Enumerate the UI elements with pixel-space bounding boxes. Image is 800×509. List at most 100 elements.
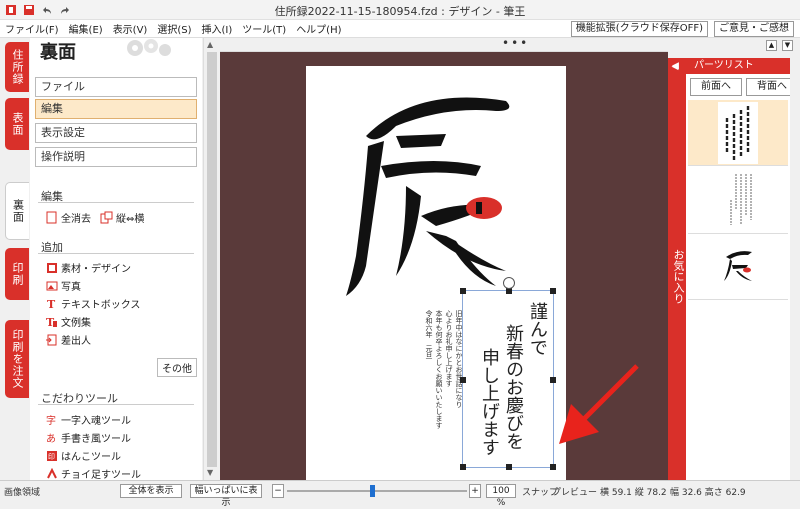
tab-address-book[interactable]: 住所録 xyxy=(5,42,29,92)
zoom-level[interactable]: 100 % xyxy=(486,484,516,508)
scroll-down-icon[interactable]: ▼ xyxy=(207,468,213,477)
favorites-tab[interactable]: ◀ お気に入り xyxy=(668,58,686,480)
rotate-icon xyxy=(100,211,113,224)
tab-front[interactable]: 表面 xyxy=(5,98,29,150)
left-panel-scrollbar[interactable]: ▲ ▼ xyxy=(203,38,219,480)
fit-all-button[interactable]: 全体を表示 xyxy=(120,484,182,498)
extension-button[interactable]: 機能拡張(クラウド保存OFF) xyxy=(570,21,708,37)
handwriting-tool-item[interactable]: あ 手書き風ツール xyxy=(45,430,132,446)
panel-title: 裏面 xyxy=(40,42,76,63)
down-arrow-icon[interactable]: ▼ xyxy=(782,40,793,51)
right-panel-scrollbar[interactable] xyxy=(790,58,800,480)
body-line-2: 心よりお礼申し上げます xyxy=(445,310,453,387)
menu-edit[interactable]: 編集(E) xyxy=(64,21,108,36)
menu-view[interactable]: 表示(V) xyxy=(108,21,153,36)
image-area-label: 画像領域 xyxy=(4,488,41,498)
text-box-item[interactable]: T テキストボックス xyxy=(45,296,141,312)
svg-text:あ: あ xyxy=(46,433,56,444)
title-bar: 住所録2022-11-15-180954.fzd : デザイン - 筆王 xyxy=(0,0,800,20)
resize-handle[interactable] xyxy=(460,464,466,470)
divider xyxy=(38,253,194,254)
part-body-text-thumb[interactable] xyxy=(688,168,788,234)
dragon-thumbnail-icon xyxy=(724,250,752,281)
canvas-toolbar: ••• xyxy=(220,36,775,52)
status-bar: 画像領域 全体を表示 幅いっぱいに表示 − + 100 % スナップ プレビュー… xyxy=(0,480,800,508)
left-panel: 裏面 ファイル 編集 表示設定 操作説明 編集 全消去 縦⇔横 追加 素材・デザ… xyxy=(30,38,202,480)
scroll-up-icon[interactable]: ▲ xyxy=(207,40,213,49)
help-button[interactable]: 操作説明 xyxy=(35,147,197,167)
stamp-tool-item[interactable]: 印 はんこツール xyxy=(45,448,121,463)
svg-text:字: 字 xyxy=(46,414,56,426)
arrow-annotation-icon xyxy=(559,364,639,444)
menu-insert[interactable]: 挿入(I) xyxy=(197,21,238,36)
sample-text-icon: T xyxy=(45,315,58,328)
drag-handle-icon[interactable]: ••• xyxy=(502,36,529,50)
save-icon[interactable] xyxy=(22,3,36,17)
single-char-tool-item[interactable]: 字 一字入魂ツール xyxy=(45,412,132,428)
close-panel-icon[interactable]: ◀ xyxy=(672,58,679,74)
right-panel: ▲ ▼ ◀ お気に入り ◀ パーツリスト 前面へ 背面へ xyxy=(668,38,800,480)
zoom-out-icon[interactable]: − xyxy=(272,484,284,498)
redo-icon[interactable] xyxy=(58,3,72,17)
part-greeting-thumb[interactable] xyxy=(688,100,788,166)
material-design-item[interactable]: 素材・デザイン xyxy=(45,260,131,275)
rotate-handle-icon[interactable] xyxy=(503,277,515,289)
zoom-slider-thumb[interactable] xyxy=(370,485,375,497)
preview-toggle[interactable]: プレビュー xyxy=(552,485,597,498)
position-readout: 横 59.1 縦 78.2 xyxy=(600,488,667,498)
brush-char-icon: 字 xyxy=(45,413,58,426)
body-text-thumbnail-icon xyxy=(730,173,752,225)
postcard[interactable]: 謹んで 新春のお慶びを 申し上げます 旧年中はなにかとお世話になり 心よりお礼申… xyxy=(306,66,566,486)
resize-handle[interactable] xyxy=(550,288,556,294)
menu-select[interactable]: 選択(S) xyxy=(152,21,196,36)
resize-handle[interactable] xyxy=(550,464,556,470)
canvas-area: ••• 謹んで 新春のお慶びを 申し上げます 旧年中はなにかとお世話になり 心よ… xyxy=(220,36,775,486)
flower-decoration-icon xyxy=(127,39,171,56)
svg-text:印: 印 xyxy=(48,453,55,461)
sample-text-item[interactable]: T 文例集 xyxy=(45,314,92,330)
body-line-3: 本年も何卒よろしくお願いいたします xyxy=(435,310,443,429)
undo-icon[interactable] xyxy=(40,3,54,17)
handwriting-icon: あ xyxy=(45,431,58,444)
scroll-thumb[interactable] xyxy=(207,52,217,467)
display-settings-button[interactable]: 表示設定 xyxy=(35,123,197,143)
rotate-item[interactable]: 縦⇔横 xyxy=(100,210,144,225)
tab-print[interactable]: 印刷 xyxy=(5,248,29,300)
zoom-slider[interactable] xyxy=(287,490,467,492)
body-line-4: 令和六年 元旦 xyxy=(425,310,433,359)
sender-icon xyxy=(45,333,58,346)
photo-icon xyxy=(45,279,58,292)
clear-all-item[interactable]: 全消去 xyxy=(45,210,91,225)
greeting-thumbnail-icon xyxy=(718,101,758,164)
resize-handle[interactable] xyxy=(506,464,512,470)
menu-tools[interactable]: ツール(T) xyxy=(237,21,291,36)
menu-help[interactable]: ヘルプ(H) xyxy=(291,21,346,36)
design-board[interactable]: 謹んで 新春のお慶びを 申し上げます 旧年中はなにかとお世話になり 心よりお礼申… xyxy=(220,52,668,486)
up-arrow-icon[interactable]: ▲ xyxy=(766,40,777,51)
file-button[interactable]: ファイル xyxy=(35,77,197,97)
parts-list-header: ◀ パーツリスト xyxy=(672,58,800,74)
resize-handle[interactable] xyxy=(460,377,466,383)
more-button[interactable]: その他 xyxy=(157,358,197,377)
part-dragon-thumb[interactable] xyxy=(688,234,788,300)
resize-handle[interactable] xyxy=(460,288,466,294)
selection-box[interactable] xyxy=(460,277,556,470)
zoom-in-icon[interactable]: + xyxy=(469,484,481,498)
tab-print-order[interactable]: 印刷を注文 xyxy=(5,320,29,398)
menu-file[interactable]: ファイル(F) xyxy=(0,21,64,36)
fit-width-button[interactable]: 幅いっぱいに表示 xyxy=(190,484,262,508)
add-decoration-icon xyxy=(45,467,58,480)
bring-front-button[interactable]: 前面へ xyxy=(690,78,742,96)
divider xyxy=(38,202,194,203)
document-icon xyxy=(45,211,58,224)
stamp-icon: 印 xyxy=(45,449,58,462)
text-box-icon: T xyxy=(45,297,58,310)
add-tool-item[interactable]: チョイ足すツール xyxy=(45,466,141,480)
tab-back[interactable]: 裏面 xyxy=(5,182,29,240)
edit-button[interactable]: 編集 xyxy=(35,99,197,119)
side-tabs: 住所録 表面 裏面 印刷 印刷を注文 xyxy=(0,38,30,480)
photo-item[interactable]: 写真 xyxy=(45,278,81,293)
right-panel-top: ▲ ▼ xyxy=(668,38,800,58)
sender-item[interactable]: 差出人 xyxy=(45,332,91,347)
feedback-button[interactable]: ご意見・ご感想 xyxy=(714,21,794,37)
